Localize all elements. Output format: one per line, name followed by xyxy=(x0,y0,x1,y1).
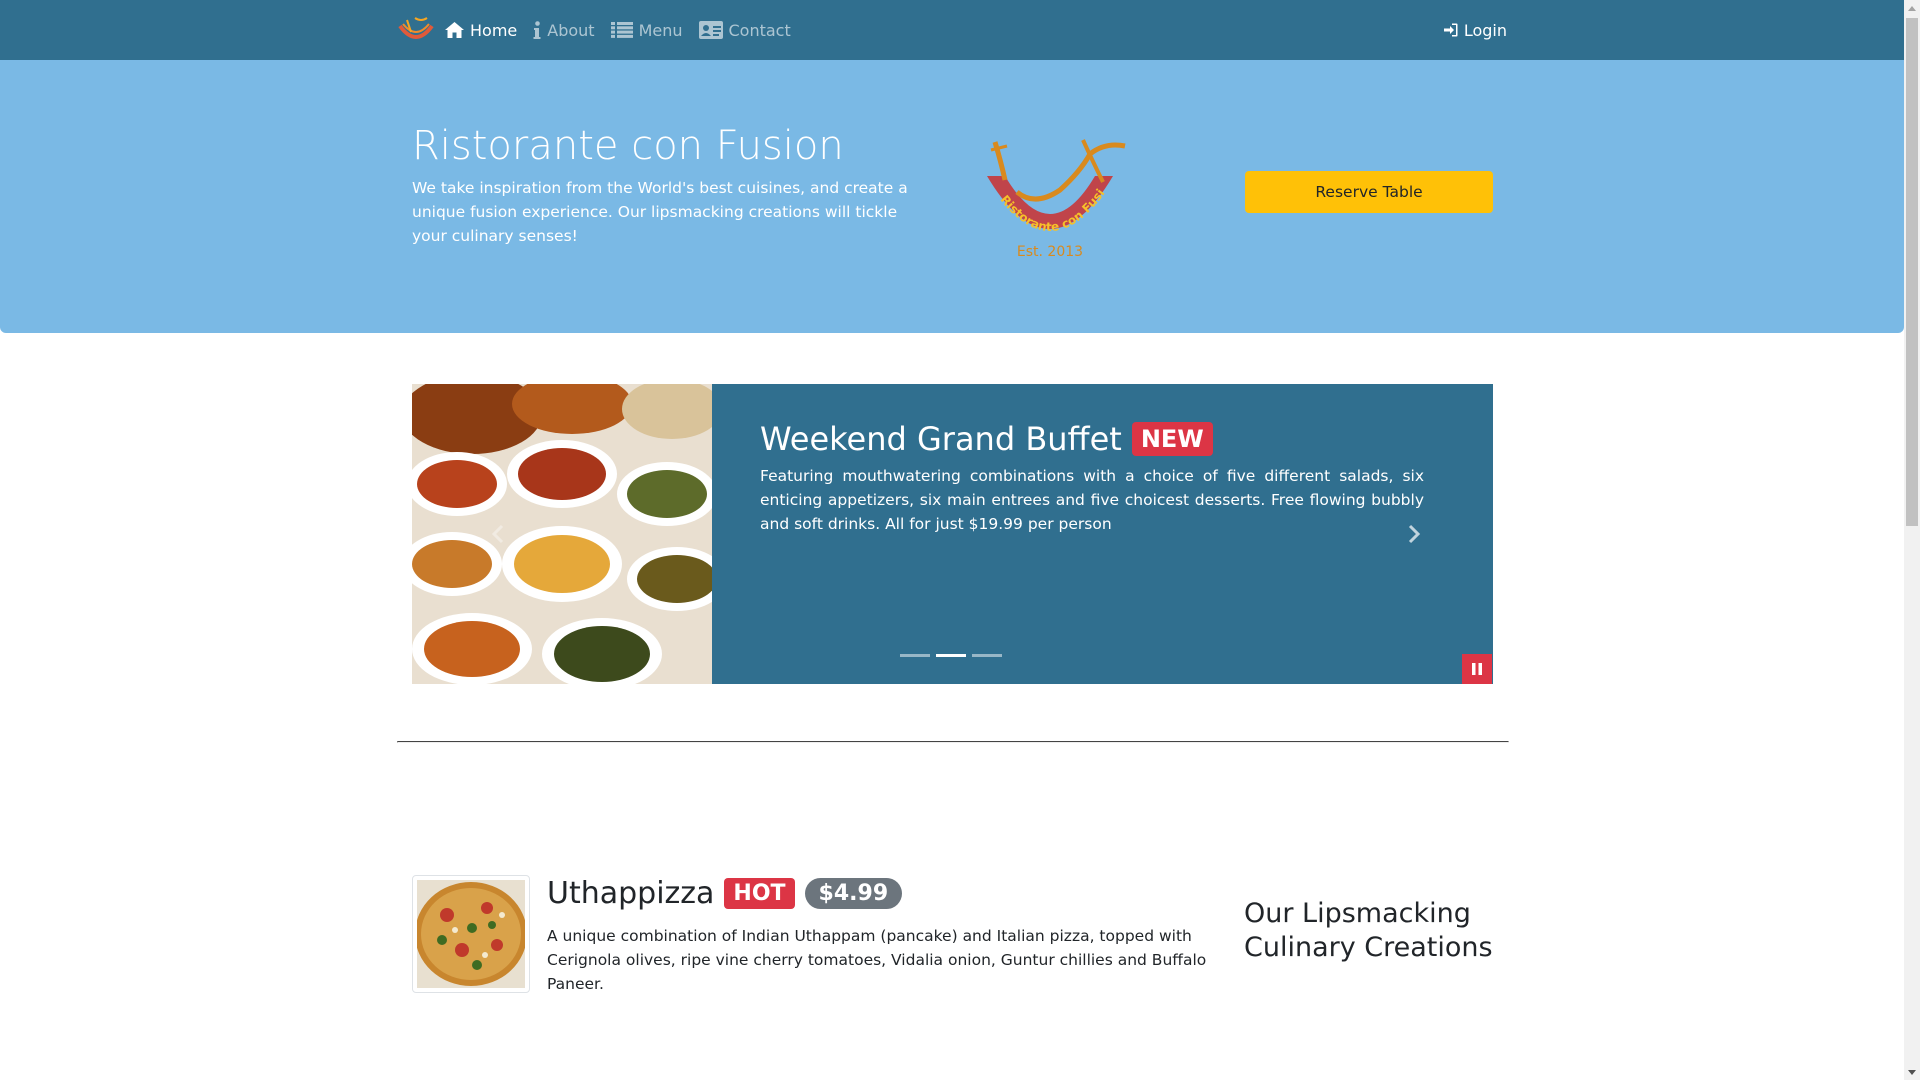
slide-title: Weekend Grand Buffet xyxy=(760,420,1122,458)
nav-menu[interactable]: Menu xyxy=(610,20,683,40)
price-badge: $4.99 xyxy=(804,878,903,909)
dish-heading: Uthappizza HOT $4.99 xyxy=(547,876,903,911)
login-link[interactable]: Login xyxy=(1443,0,1507,60)
caret-up-icon xyxy=(1908,5,1916,11)
navbar-inner: Home About Menu Contact Login xyxy=(397,0,1507,60)
home-icon xyxy=(445,22,464,38)
page-scrollbar[interactable] xyxy=(1904,0,1920,1080)
nav-menu-label: Menu xyxy=(638,20,683,40)
carousel-indicators xyxy=(900,654,1002,657)
chevron-right-icon xyxy=(1408,524,1421,544)
nav-about[interactable]: About xyxy=(533,20,595,40)
logo-est-text: Est. 2013 xyxy=(1017,244,1083,260)
carousel-prev-control[interactable] xyxy=(484,520,512,548)
brand-logo[interactable] xyxy=(397,14,435,46)
nav-about-label: About xyxy=(547,20,595,40)
carousel: Weekend Grand Buffet NEW Featuring mouth… xyxy=(412,384,1493,684)
carousel-indicator-2[interactable] xyxy=(936,654,966,657)
section-divider xyxy=(397,741,1509,743)
nav-home[interactable]: Home xyxy=(445,21,517,40)
address-card-icon xyxy=(698,21,723,39)
chevron-left-icon xyxy=(491,524,504,544)
nav-contact-label: Contact xyxy=(728,20,791,40)
pause-icon xyxy=(1472,663,1482,675)
list-icon xyxy=(610,22,633,38)
login-label: Login xyxy=(1463,20,1507,40)
carousel-next-control[interactable] xyxy=(1400,520,1428,548)
carousel-indicator-1[interactable] xyxy=(900,654,930,657)
jumbotron: Ristorante con Fusion We take inspiratio… xyxy=(0,60,1904,333)
nav-links: Home About Menu Contact xyxy=(445,0,791,60)
slide-description: Featuring mouthwatering combinations wit… xyxy=(760,467,1424,533)
dish-name: Uthappizza xyxy=(547,876,715,911)
new-badge: NEW xyxy=(1131,422,1213,456)
featured-section-title: Our Lipsmacking Culinary Creations xyxy=(1244,898,1493,963)
sign-in-icon xyxy=(1443,23,1458,37)
buffet-dishes-image xyxy=(412,384,712,684)
hot-badge: HOT xyxy=(724,878,795,909)
dish-thumbnail xyxy=(412,875,530,993)
nav-contact[interactable]: Contact xyxy=(698,20,791,40)
restaurant-logo: Ristorante con Fusion Est. 2013 xyxy=(965,132,1126,260)
uthappizza-image xyxy=(415,880,527,988)
dish-description: A unique combination of Indian Uthappam … xyxy=(547,927,1207,993)
carousel-indicator-3[interactable] xyxy=(972,654,1002,657)
reserve-table-button[interactable]: Reserve Table xyxy=(1245,171,1493,213)
slide-heading: Weekend Grand Buffet NEW xyxy=(760,420,1213,458)
scroll-up-button[interactable] xyxy=(1904,0,1920,16)
jumbotron-description: We take inspiration from the World's bes… xyxy=(412,179,908,245)
carousel-pause-button[interactable] xyxy=(1462,654,1492,684)
nav-home-label: Home xyxy=(470,20,518,40)
scrollbar-thumb[interactable] xyxy=(1906,18,1918,526)
caret-down-icon xyxy=(1908,1069,1916,1075)
navbar: Home About Menu Contact Login xyxy=(0,0,1904,60)
scroll-down-button[interactable] xyxy=(1904,1064,1920,1080)
jumbotron-title: Ristorante con Fusion xyxy=(412,123,844,169)
info-icon xyxy=(533,21,541,39)
